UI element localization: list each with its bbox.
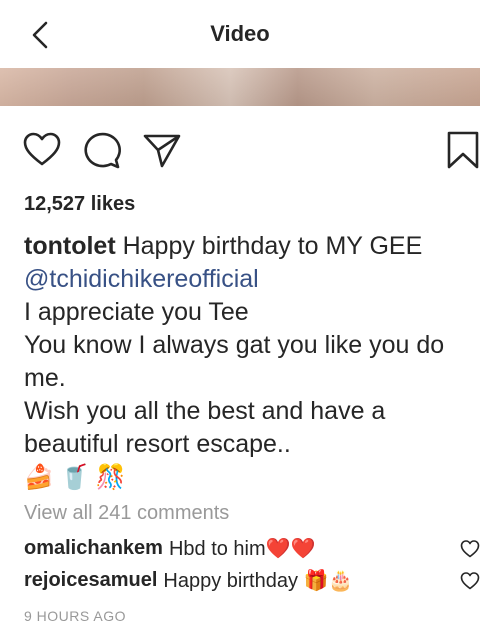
comment-username[interactable]: rejoicesamuel [24, 569, 157, 592]
page-title: Video [210, 21, 270, 46]
post-caption: tontolet Happy birthday to MY GEE @tchid… [24, 230, 480, 461]
comment-row: omalichankem Hbd to him❤️❤️ [24, 533, 480, 563]
caption-mention[interactable]: @tchidichikereofficial [24, 263, 480, 296]
caption-text-line4: You know I always gat you like you do [24, 331, 445, 359]
comment-text: Hbd to him❤️❤️ [168, 537, 316, 560]
top-bar: Video [0, 0, 480, 68]
caption-text-line3: I appreciate you Tee [24, 298, 249, 326]
confetti-emoji: 🎊 [95, 464, 126, 491]
likes-count[interactable]: 12,527 likes [24, 193, 135, 216]
cake-emoji: 🍰 [24, 464, 54, 491]
comment-bubble-icon[interactable] [82, 130, 122, 170]
drink-emoji: 🥤 [59, 464, 90, 491]
chevron-left-icon[interactable] [24, 18, 58, 52]
caption-text-line7: beautiful resort escape.. [24, 430, 291, 458]
comment-row: rejoicesamuel Happy birthday 🎁🎂 [24, 565, 480, 595]
action-bar [0, 130, 480, 174]
bookmark-icon[interactable] [444, 130, 480, 170]
paper-plane-icon[interactable] [142, 130, 182, 170]
view-all-comments-link[interactable]: View all 241 comments [24, 502, 229, 525]
caption-text-line5: me. [24, 364, 66, 392]
post-timestamp: 9 HOURS AGO [24, 608, 126, 622]
heart-outline-icon[interactable] [22, 130, 62, 170]
caption-text-line1: Happy birthday to MY GEE [122, 232, 423, 260]
caption-text-line6: Wish you all the best and have a [24, 397, 386, 425]
comment-like-heart-icon[interactable] [460, 571, 480, 591]
comment-text: Happy birthday 🎁🎂 [163, 569, 354, 592]
caption-emojis: 🍰 🥤 🎊 [24, 462, 126, 494]
comment-like-heart-icon[interactable] [460, 539, 480, 559]
comment-username[interactable]: omalichankem [24, 537, 163, 560]
caption-username[interactable]: tontolet [24, 232, 116, 260]
video-preview[interactable] [0, 68, 480, 106]
